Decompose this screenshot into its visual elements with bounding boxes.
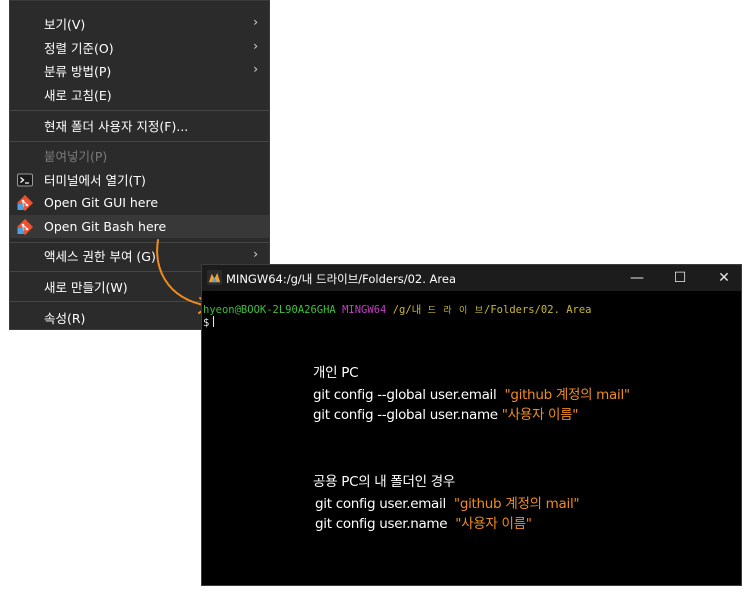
note-value: "사용자 이름"	[455, 516, 532, 532]
menu-item-label: Open Git Bash here	[44, 219, 167, 234]
menu-item-open-in-terminal[interactable]: 터미널에서 열기(T)	[10, 168, 269, 191]
menu-item-label: 새로 고침(E)	[44, 88, 112, 103]
git-bash-window: MINGW64:/g/내 드라이브/Folders/02. Area — ☐ ✕…	[201, 264, 742, 586]
menu-item-view[interactable]: 보기(V) ›	[10, 12, 269, 35]
menu-item-label: 새로 만들기(W)	[44, 280, 128, 295]
prompt-line[interactable]: $	[203, 316, 215, 329]
menu-item-group-by[interactable]: 분류 방법(P) ›	[10, 59, 269, 82]
menu-item-open-git-bash[interactable]: Open Git Bash here	[10, 215, 269, 238]
terminal-icon	[17, 173, 33, 187]
note-line: git config user.name "사용자 이름"	[315, 512, 532, 532]
menu-item-label: Open Git GUI here	[44, 195, 159, 210]
note-command: git config user.email	[315, 496, 446, 512]
note-command: git config --global user.name	[313, 407, 498, 423]
menu-item-label: 분류 방법(P)	[44, 64, 112, 79]
prompt-path-suffix: /Folders/02. Area	[484, 304, 592, 316]
window-titlebar[interactable]: MINGW64:/g/내 드라이브/Folders/02. Area — ☐ ✕	[202, 265, 741, 291]
git-icon	[17, 219, 33, 235]
prompt-env: MINGW64	[342, 304, 387, 316]
menu-item-open-git-gui[interactable]: Open Git GUI here	[10, 191, 269, 214]
mingw-logo-icon	[207, 270, 222, 285]
menu-separator	[10, 110, 269, 111]
menu-item-label: 현재 폴더 사용자 지정(F)...	[44, 119, 189, 134]
terminal-output[interactable]: hyeon@BOOK-2L90A26GHA MINGW64 /g/내 드 라 이…	[202, 291, 741, 585]
chevron-right-icon: ›	[253, 62, 258, 76]
note-line: git config user.email "github 계정의 mail"	[315, 492, 580, 512]
minimize-button[interactable]: —	[627, 269, 647, 287]
note-value: "github 계정의 mail"	[504, 387, 630, 403]
menu-item-paste: 붙여넣기(P)	[10, 144, 269, 167]
note-heading-personal: 개인 PC	[313, 365, 359, 381]
prompt-user-host: hyeon@BOOK-2L90A26GHA	[203, 304, 336, 316]
menu-item-sort-by[interactable]: 정렬 기준(O) ›	[10, 36, 269, 59]
note-line: git config --global user.email "github 계…	[313, 383, 630, 403]
note-line: git config --global user.name "사용자 이름"	[313, 403, 579, 423]
menu-item-label: 정렬 기준(O)	[44, 41, 114, 56]
note-heading-shared: 공용 PC의 내 폴더인 경우	[313, 474, 456, 490]
menu-item-refresh[interactable]: 새로 고침(E)	[10, 83, 269, 106]
prompt-path-korean: 드 라 이 브	[427, 306, 485, 316]
prompt-symbol: $	[203, 317, 210, 329]
menu-separator	[10, 242, 269, 243]
close-button[interactable]: ✕	[714, 269, 734, 287]
menu-item-label: 속성(R)	[44, 311, 86, 326]
menu-item-label: 액세스 권한 부여 (G)	[44, 249, 156, 264]
menu-item-label: 붙여넣기(P)	[44, 149, 108, 164]
menu-separator	[10, 141, 269, 142]
note-value: "사용자 이름"	[501, 407, 579, 423]
text-cursor	[213, 316, 215, 327]
shell-prompt: hyeon@BOOK-2L90A26GHA MINGW64 /g/내 드 라 이…	[203, 302, 592, 317]
chevron-right-icon: ›	[253, 247, 258, 261]
menu-item-customize-folder[interactable]: 현재 폴더 사용자 지정(F)...	[10, 114, 269, 137]
note-command: git config --global user.email	[313, 387, 497, 403]
menu-item-label: 터미널에서 열기(T)	[44, 173, 146, 188]
note-value: "github 계정의 mail"	[453, 496, 580, 512]
maximize-button[interactable]: ☐	[670, 269, 690, 287]
prompt-path-prefix: /g/내	[392, 304, 428, 316]
menu-item-label: 보기(V)	[44, 17, 86, 32]
chevron-right-icon: ›	[253, 39, 258, 53]
window-title: MINGW64:/g/내 드라이브/Folders/02. Area	[226, 272, 456, 286]
git-icon	[17, 195, 33, 211]
chevron-right-icon: ›	[253, 15, 258, 29]
note-command: git config user.name	[315, 516, 448, 532]
